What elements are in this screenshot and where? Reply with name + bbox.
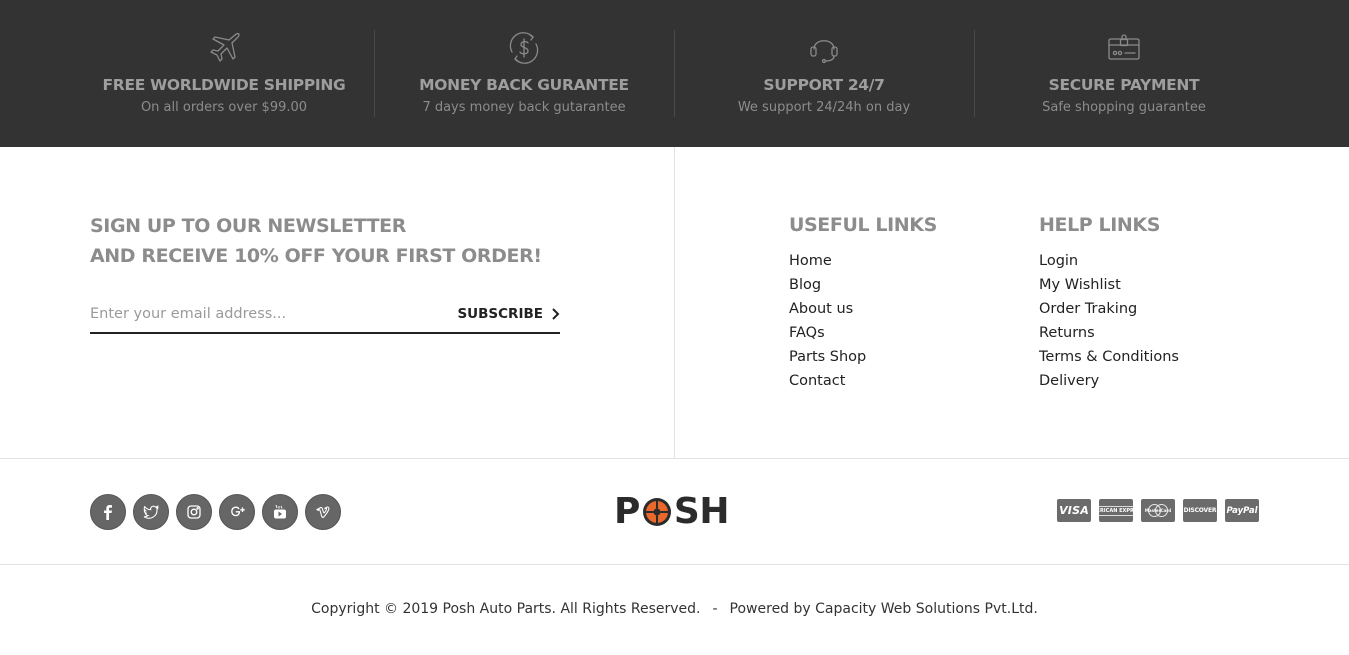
- copyright-text: Copyright © 2019 Posh Auto Parts. All Ri…: [311, 601, 701, 617]
- visa-card-icon: VISA: [1057, 499, 1091, 522]
- help-links-heading: HELP LINKS: [1039, 214, 1161, 236]
- newsletter-title: SIGN UP TO OUR NEWSLETTER: [90, 215, 406, 237]
- subscribe-label: SUBSCRIBE: [457, 306, 543, 322]
- link-delivery[interactable]: Delivery: [1039, 373, 1099, 389]
- feature-title: SUPPORT 24/7: [763, 76, 885, 94]
- link-terms-conditions[interactable]: Terms & Conditions: [1039, 349, 1179, 365]
- chevron-right-icon: [552, 308, 560, 320]
- copyright: Copyright © 2019 Posh Auto Parts. All Ri…: [0, 601, 1349, 617]
- link-contact[interactable]: Contact: [789, 373, 845, 389]
- instagram-icon[interactable]: [176, 494, 212, 530]
- feature-support: SUPPORT 24/7 We support 24/24h on day: [674, 30, 974, 118]
- link-about-us[interactable]: About us: [789, 301, 853, 317]
- logo-text-start: P: [614, 491, 640, 532]
- secure-payment-icon: [1106, 30, 1142, 66]
- logo-text-end: SH: [673, 491, 730, 532]
- payment-cards: VISA AMERICAN EXPRESS MasterCard DISCOVE…: [1057, 499, 1259, 522]
- headset-icon: [806, 30, 842, 66]
- features-bar: FREE WORLDWIDE SHIPPING On all orders ov…: [0, 0, 1349, 147]
- section-divider: [674, 147, 675, 458]
- youtube-icon[interactable]: [262, 494, 298, 530]
- link-my-wishlist[interactable]: My Wishlist: [1039, 277, 1121, 293]
- dollar-refresh-icon: [506, 30, 542, 66]
- social-links: [90, 494, 341, 530]
- divider: [0, 564, 1349, 565]
- help-links: HELP LINKS Login My Wishlist Order Traki…: [1039, 214, 1179, 393]
- link-faqs[interactable]: FAQs: [789, 325, 825, 341]
- copyright-separator: -: [712, 601, 718, 617]
- useful-links: USEFUL LINKS Home Blog About us FAQs Par…: [789, 214, 937, 393]
- feature-shipping: FREE WORLDWIDE SHIPPING On all orders ov…: [74, 30, 374, 118]
- amex-card-icon: AMERICAN EXPRESS: [1099, 499, 1133, 522]
- email-field[interactable]: [90, 300, 450, 328]
- feature-title: MONEY BACK GURANTEE: [419, 76, 629, 94]
- google-plus-icon[interactable]: [219, 494, 255, 530]
- feature-title: SECURE PAYMENT: [1048, 76, 1200, 94]
- useful-links-heading: USEFUL LINKS: [789, 214, 937, 236]
- link-returns[interactable]: Returns: [1039, 325, 1095, 341]
- subscribe-button[interactable]: SUBSCRIBE: [457, 304, 560, 324]
- link-order-tracking[interactable]: Order Traking: [1039, 301, 1137, 317]
- newsletter-subtitle: AND RECEIVE 10% OFF YOUR FIRST ORDER!: [90, 245, 542, 267]
- facebook-icon[interactable]: [90, 494, 126, 530]
- feature-subtitle: Safe shopping guarantee: [1042, 100, 1206, 115]
- feature-title: FREE WORLDWIDE SHIPPING: [102, 76, 346, 94]
- powered-by-link[interactable]: Powered by Capacity Web Solutions Pvt.Lt…: [730, 601, 1038, 617]
- twitter-icon[interactable]: [133, 494, 169, 530]
- feature-money-back: MONEY BACK GURANTEE 7 days money back gu…: [374, 30, 674, 118]
- mastercard-card-icon: MasterCard: [1141, 499, 1175, 522]
- posh-logo[interactable]: P SH: [614, 491, 736, 533]
- paypal-card-icon: PayPal: [1225, 499, 1259, 522]
- feature-subtitle: On all orders over $99.00: [140, 100, 308, 115]
- vimeo-icon[interactable]: [305, 494, 341, 530]
- divider: [0, 458, 1349, 459]
- newsletter-form: SUBSCRIBE: [90, 298, 560, 334]
- link-login[interactable]: Login: [1039, 253, 1078, 269]
- feature-subtitle: 7 days money back gutarantee: [422, 100, 626, 115]
- link-blog[interactable]: Blog: [789, 277, 821, 293]
- airplane-icon: [206, 30, 242, 66]
- wheel-icon: [642, 498, 671, 526]
- link-home[interactable]: Home: [789, 253, 832, 269]
- feature-subtitle: We support 24/24h on day: [737, 100, 911, 115]
- feature-secure-payment: SECURE PAYMENT Safe shopping guarantee: [974, 30, 1274, 118]
- link-parts-shop[interactable]: Parts Shop: [789, 349, 866, 365]
- discover-card-icon: DISCOVER: [1183, 499, 1217, 522]
